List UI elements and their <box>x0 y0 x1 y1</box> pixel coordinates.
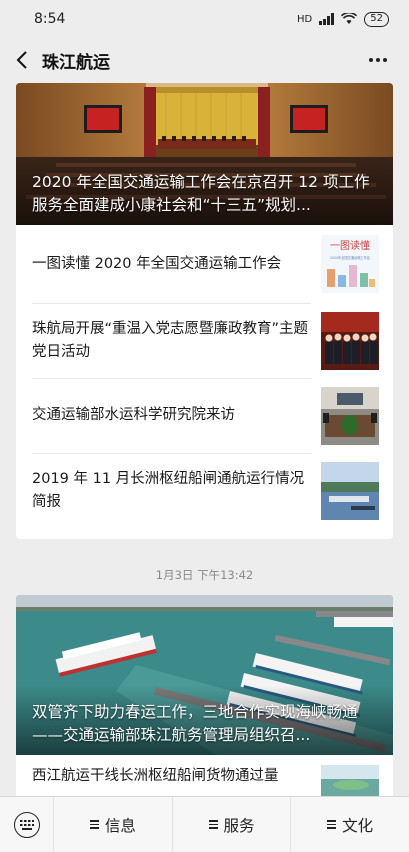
wifi-icon <box>341 13 358 25</box>
menu-lines-icon <box>208 820 218 829</box>
back-button[interactable] <box>2 38 42 82</box>
keyboard-icon <box>13 811 40 838</box>
hero-article[interactable]: 双管齐下助力春运工作，三地合作实现海峡畅通——交通运输部珠江航务管理局组织召..… <box>16 595 393 755</box>
thumbnail-river-bend <box>321 765 379 799</box>
battery-icon: 52 <box>364 11 389 27</box>
list-item[interactable]: 2019 年 11 月长洲枢纽船闸通航运行情况简报 <box>16 453 393 528</box>
more-dot-icon <box>383 58 387 62</box>
menu-lines-icon <box>89 820 99 829</box>
article-card: 双管齐下助力春运工作，三地合作实现海峡畅通——交通运输部珠江航务管理局组织召..… <box>16 595 393 800</box>
list-item[interactable]: 西江航运干线长洲枢纽船闸货物通过量 <box>16 755 393 800</box>
list-item[interactable]: 一图读懂 2020 年全国交通运输工作会 一图读懂 2020年全国交通运输工作会 <box>16 225 393 303</box>
article-card: 2020 年全国交通运输工作会在京召开 12 项工作服务全面建成小康社会和“十三… <box>16 83 393 539</box>
status-icons: HD 52 <box>297 11 389 27</box>
list-item-title: 西江航运干线长洲枢纽船闸货物通过量 <box>32 768 279 784</box>
signal-label: HD <box>297 13 313 25</box>
more-dot-icon <box>376 58 380 62</box>
nav-bar: 珠江航运 <box>0 38 409 82</box>
hero-article[interactable]: 2020 年全国交通运输工作会在京召开 12 项工作服务全面建成小康社会和“十三… <box>16 83 393 225</box>
list-item-title: 珠航局开展“重温入党志愿暨廉政教育”主题党日活动 <box>32 320 309 360</box>
menu-item-service[interactable]: 服务 <box>171 796 291 852</box>
thumbnail-infographic: 一图读懂 2020年全国交通运输工作会 <box>321 235 379 293</box>
signal-icon <box>319 13 335 25</box>
list-item-title: 2019 年 11 月长洲枢纽船闸通航运行情况简报 <box>32 470 305 510</box>
menu-lines-icon <box>327 820 337 829</box>
keyboard-toggle-button[interactable] <box>0 796 54 852</box>
list-item[interactable]: 珠航局开展“重温入党志愿暨廉政教育”主题党日活动 <box>16 303 393 378</box>
list-item-title: 一图读懂 2020 年全国交通运输工作会 <box>32 255 282 272</box>
thumbnail-heading: 一图读懂 <box>330 239 370 252</box>
menu-item-culture[interactable]: 文化 <box>290 796 409 852</box>
hero-title: 2020 年全国交通运输工作会在京召开 12 项工作服务全面建成小康社会和“十三… <box>32 173 370 214</box>
chevron-left-icon <box>16 51 27 69</box>
list-item-title: 交通运输部水运科学研究院来访 <box>32 407 235 423</box>
list-item[interactable]: 交通运输部水运科学研究院来访 <box>16 378 393 453</box>
menu-item-label: 信息 <box>104 816 136 835</box>
message-timestamp: 1月3日 下午13:42 <box>155 568 254 582</box>
more-dot-icon <box>369 58 373 62</box>
status-bar: 8:54 HD 52 <box>0 0 409 38</box>
bottom-menu-bar: 信息 服务 文化 <box>0 796 409 852</box>
menu-item-label: 服务 <box>223 816 255 835</box>
hero-title: 双管齐下助力春运工作，三地合作实现海峡畅通——交通运输部珠江航务管理局组织召..… <box>32 703 358 744</box>
page-title: 珠江航运 <box>42 52 110 73</box>
status-time: 8:54 <box>34 11 66 27</box>
menu-item-info[interactable]: 信息 <box>54 797 172 852</box>
thumbnail-subtitle: 2020年全国交通运输工作会 <box>330 255 371 260</box>
thumbnail-meeting-room <box>321 386 379 445</box>
thumbnail-ship-lock <box>321 461 379 520</box>
menu-item-label: 文化 <box>342 816 374 835</box>
more-options-button[interactable] <box>363 48 393 72</box>
thumbnail-group-photo <box>321 311 379 370</box>
